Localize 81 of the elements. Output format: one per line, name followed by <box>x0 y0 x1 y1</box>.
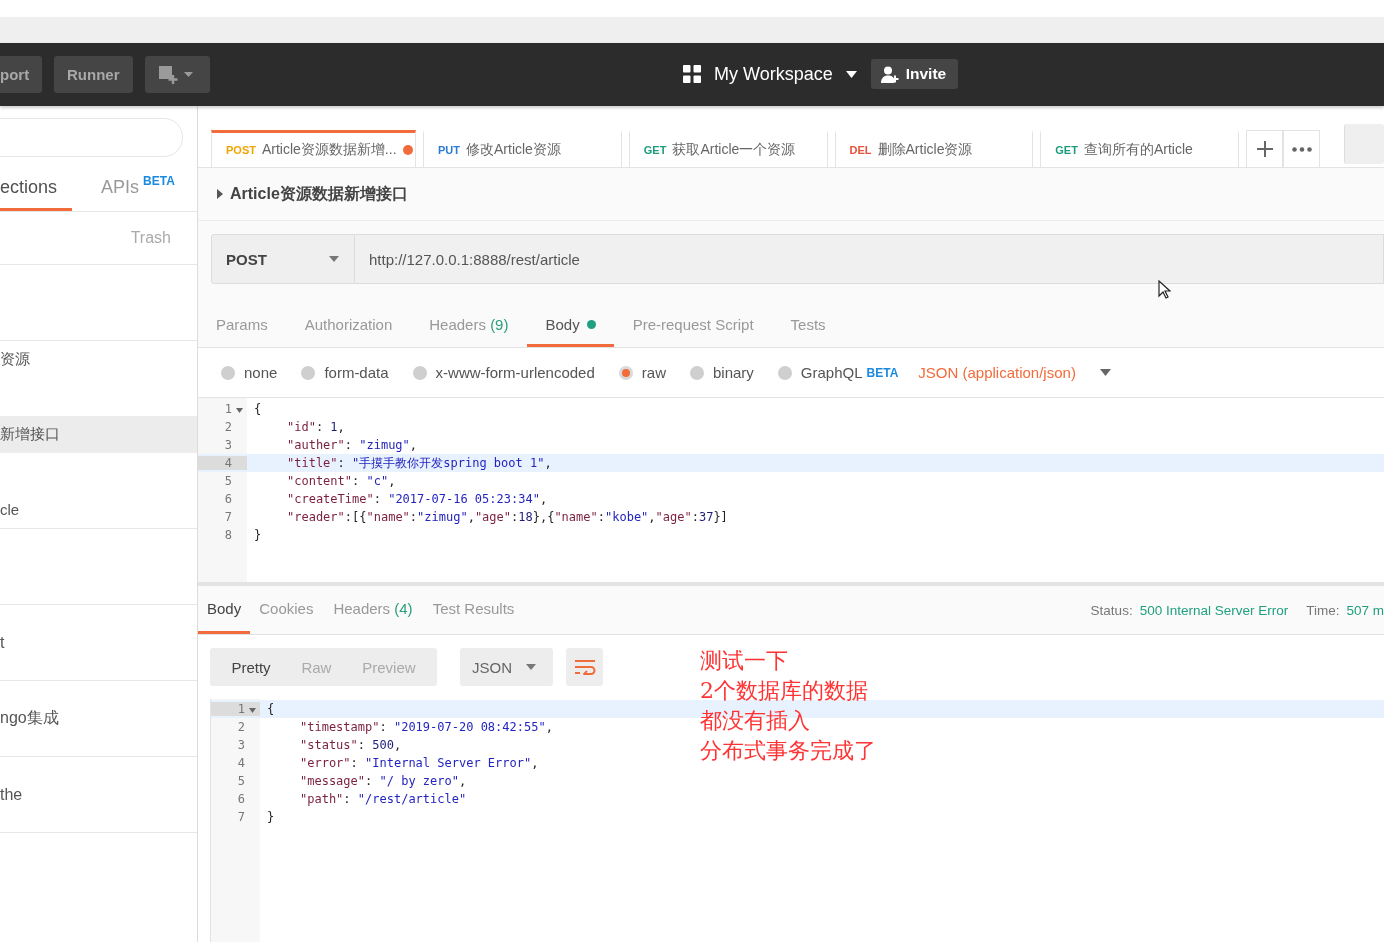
more-button[interactable] <box>1283 130 1321 167</box>
sidebar-item[interactable]: t <box>0 633 5 652</box>
body-mode-radio[interactable]: raw <box>618 364 666 381</box>
line-number: 2 <box>236 720 246 734</box>
fold-icon[interactable] <box>249 708 256 713</box>
body-mode-radio[interactable]: x-www-form-urlencoded <box>412 364 595 381</box>
format-select[interactable]: JSON <box>460 648 553 686</box>
url-field[interactable]: http://127.0.0.1:8888/rest/article <box>355 234 1384 284</box>
code-line: "timestamp": "2019-07-20 08:42:55", <box>299 720 553 734</box>
code-line: } <box>253 528 262 542</box>
line-number: 3 <box>236 738 246 752</box>
annotation-text: 分布式事务完成了 <box>700 737 876 765</box>
grid-icon <box>683 65 701 83</box>
code-line: "path": "/rest/article" <box>299 792 467 806</box>
line-number: 1 <box>211 702 260 716</box>
sidebar-item[interactable]: cle <box>0 491 197 528</box>
sidebar-item[interactable]: ngo集成 <box>0 708 59 729</box>
fold-icon[interactable] <box>236 408 243 413</box>
status-label: Status: <box>1090 602 1133 618</box>
body-mode-radio[interactable]: binary <box>689 364 754 381</box>
annotation-text: 都没有插入 <box>700 707 811 735</box>
caret-icon <box>329 256 339 262</box>
status-value: 500 Internal Server Error <box>1139 602 1289 618</box>
sidebar-item[interactable]: 新增接口 <box>0 416 197 453</box>
time-label: Time: <box>1306 602 1340 618</box>
line-number: 1 <box>198 402 247 416</box>
method-select[interactable]: POST <box>211 234 355 284</box>
toolbar-button[interactable]: port <box>0 56 42 93</box>
line-number: 7 <box>223 510 233 524</box>
time-value: 507 m <box>1346 602 1384 618</box>
add-tab-button[interactable] <box>1246 130 1284 167</box>
code-line: "auther": "zimug", <box>286 438 418 452</box>
code-line: { <box>266 702 275 716</box>
add-user-icon <box>880 65 899 83</box>
line-number: 5 <box>223 474 233 488</box>
cursor-icon <box>1158 280 1171 299</box>
response-tab[interactable]: Body <box>198 586 251 634</box>
line-number: 4 <box>236 756 246 770</box>
code-line: "message": "/ by zero", <box>299 774 467 788</box>
code-line: "error": "Internal Server Error", <box>299 756 539 770</box>
request-name: Article资源数据新增接口 <box>230 183 408 204</box>
more-icon <box>1291 146 1312 152</box>
sidebar-item[interactable]: the <box>0 785 23 804</box>
line-number: 5 <box>236 774 246 788</box>
sidebar-tab[interactable]: ections <box>0 177 72 211</box>
code-line: "reader":[{"name":"zimug","age":18},{"name":"kobe","age":37}] <box>286 510 728 524</box>
caret-icon <box>526 664 536 670</box>
request-section-tab[interactable]: Body <box>527 305 614 347</box>
code-line: "id": 1, <box>286 420 345 434</box>
annotation-text: 2个数据库的数据 <box>700 677 869 705</box>
code-line: { <box>253 402 262 416</box>
invite-button[interactable]: Invite <box>870 59 959 89</box>
line-number: 6 <box>223 492 233 506</box>
new-button[interactable] <box>144 56 210 93</box>
search-field[interactable] <box>0 118 183 157</box>
wrap-button[interactable] <box>566 648 603 686</box>
line-number: 3 <box>223 438 233 452</box>
expand-icon[interactable] <box>217 189 223 199</box>
annotation-text: 测试一下 <box>700 647 789 675</box>
code-editor[interactable]: 1 { 2 "id": 1, 3 "auther": "zimug", 4 "title": "手摸手教你开发spring boot 1", 5 "content": "c", 6 "createTime": "2017-07-16 05:23:34", 7 "reader":[{"name":"zimug","age":18},{"name":"kobe","age":37}] 8 } <box>198 398 1384 586</box>
code-line: "createTime": "2017-07-16 05:23:34", <box>286 492 548 506</box>
caret-icon[interactable] <box>845 70 857 78</box>
toolbar-button[interactable]: Runner <box>54 56 133 93</box>
line-number: 6 <box>236 792 246 806</box>
body-mode-radio[interactable]: form-data <box>301 364 389 381</box>
code-line: "title": "手摸手教你开发spring boot 1", <box>286 454 552 472</box>
body-mode-radio[interactable]: none <box>221 364 278 381</box>
workspace-selector[interactable]: My Workspace <box>714 63 833 85</box>
code-line: "status": 500, <box>299 738 402 752</box>
line-number: 4 <box>198 456 247 470</box>
code-line: "content": "c", <box>286 474 396 488</box>
line-number: 2 <box>223 420 233 434</box>
sidebar-item[interactable]: 资源 <box>0 341 197 378</box>
code-line: } <box>266 810 275 824</box>
wrap-icon <box>573 659 596 675</box>
plus-icon <box>1256 141 1273 157</box>
line-number: 7 <box>236 810 246 824</box>
new-window-icon <box>159 65 195 84</box>
view-option[interactable]: Pretty <box>231 658 271 676</box>
sidebar-tab[interactable]: APIs $^{BETA}$ <box>101 174 175 211</box>
line-number: 8 <box>223 528 233 542</box>
